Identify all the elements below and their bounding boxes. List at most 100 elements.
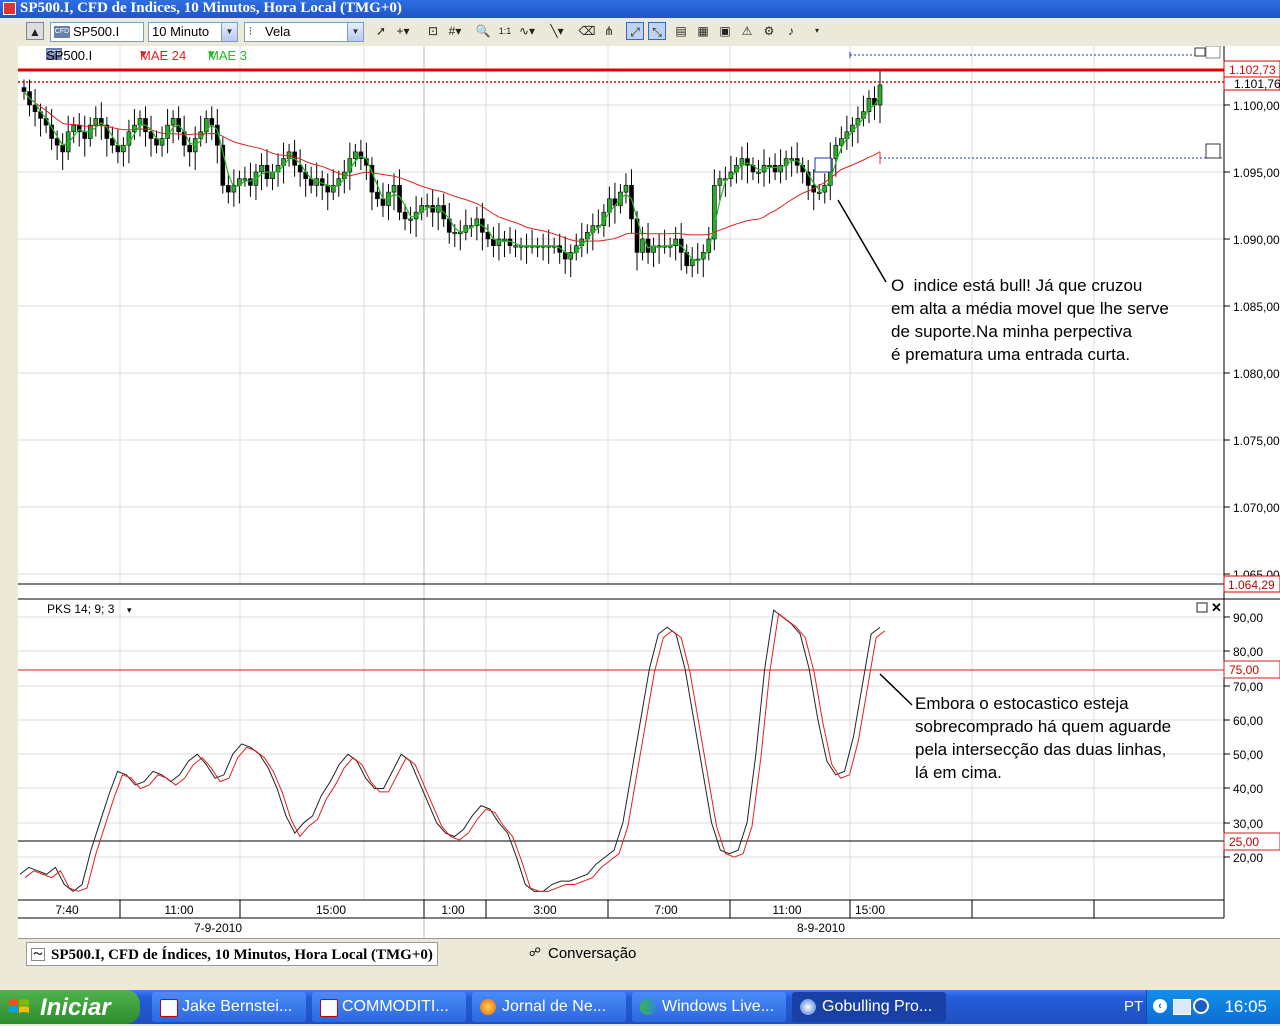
eraser-icon[interactable]: ⌫ (578, 22, 596, 40)
pdf-icon (320, 999, 338, 1017)
properties-icon[interactable]: ⚙ (760, 22, 778, 40)
firefox-icon (480, 999, 496, 1015)
template-icon[interactable]: ▤ (672, 22, 690, 40)
scale-icon[interactable]: 1:1 (496, 22, 514, 40)
candle (568, 252, 574, 260)
low-marker-label: 1.064,29 (1228, 578, 1275, 592)
alert-marker-icon[interactable] (1205, 143, 1221, 159)
grid-icon[interactable]: #▾ (446, 22, 464, 40)
price-axis-label: 1.100,00 (1233, 99, 1280, 113)
cursor-icon[interactable]: ➚ (372, 22, 390, 40)
clock: 16:05 (1224, 997, 1267, 1016)
indicator-axis-label: 70,00 (1233, 680, 1263, 694)
candle (242, 178, 248, 181)
candle (513, 245, 518, 248)
indicator-axis-label: 90,00 (1233, 611, 1263, 625)
task-label: Gobulling Pro... (822, 998, 933, 1015)
language-indicator[interactable]: PT (1124, 998, 1143, 1015)
indicator-axis: 90,00 70,00 60,00 50,00 40,00 30,00 20,00 80,00 (1224, 611, 1263, 865)
candle (259, 165, 264, 173)
date-axis-label: 8-9-2010 (797, 921, 845, 935)
candle (756, 171, 761, 174)
ma3-line (23, 91, 881, 263)
legend-ma3[interactable]: MAE 3 ▾ (208, 46, 247, 63)
alert-marker-icon[interactable] (1205, 46, 1221, 59)
candle (353, 151, 358, 159)
taskbar-item-gobulling[interactable]: Gobulling Pro... (792, 992, 946, 1022)
candle (767, 165, 772, 168)
network-icon[interactable] (1173, 999, 1191, 1015)
chevron-down-icon[interactable]: ▾ (127, 605, 132, 615)
indicator-axis-label: 30,00 (1233, 817, 1263, 831)
collapse-up-icon[interactable]: ▲ (26, 22, 44, 40)
candle (71, 124, 77, 133)
legend-symbol[interactable]: CFDSP500.I ▾ (46, 46, 92, 63)
chevron-down-icon[interactable]: ▼ (221, 23, 237, 41)
wave-icon[interactable]: ∿▾ (518, 22, 536, 40)
order-marker-icon[interactable] (814, 157, 832, 173)
chevron-down-icon[interactable]: ▼ (347, 23, 363, 41)
taskbar-item-messenger[interactable]: Windows Live... (632, 992, 786, 1022)
time-axis-label: 7:40 (55, 903, 79, 917)
legend-ma24-text: MAE 24 (140, 48, 187, 63)
indicator-axis-label: 80,00 (1233, 645, 1263, 659)
bell-icon[interactable]: ♪ (782, 22, 800, 40)
candle (93, 118, 99, 126)
candle (717, 178, 723, 186)
magnet-icon[interactable]: ⋔ (600, 22, 618, 40)
task-label: Jornal de Ne... (502, 998, 607, 1015)
chart-window[interactable]: 1.100,00 1.095,00 1.090,00 1.085,00 1.080,00… (18, 46, 1280, 938)
pdf-icon (160, 999, 178, 1017)
candle (391, 185, 397, 193)
data-window-icon[interactable]: ⊡ (424, 22, 442, 40)
annotation-arrow (837, 199, 887, 283)
legend-symbol-text: SP500.I (46, 48, 93, 63)
chart-tab-bar: 〜 SP500.I, CFD de Índices, 10 Minutos, H… (18, 938, 1280, 969)
candle (380, 198, 386, 206)
candle (209, 118, 215, 126)
price-axis-label: 1.090,00 (1233, 233, 1280, 247)
crosshair-icon[interactable]: +▾ (394, 22, 412, 40)
start-button[interactable]: Iniciar (0, 990, 140, 1024)
interval-select[interactable]: 10 Minuto ▼ (148, 22, 238, 42)
zoom-icon[interactable]: 🔍 (474, 22, 492, 40)
taskbar-item-firefox[interactable]: Jornal de Ne... (472, 992, 626, 1022)
candle (330, 185, 336, 193)
close-indicator-icon[interactable]: ✕ (1211, 600, 1222, 615)
time-axis-label: 15:00 (855, 903, 885, 917)
indicator-axis-label: 50,00 (1233, 748, 1263, 762)
candle (137, 118, 143, 126)
candle (402, 211, 408, 220)
more-icon[interactable]: ▾ (808, 22, 826, 40)
maximize-pane-icon[interactable] (1194, 47, 1206, 57)
candle (187, 144, 192, 153)
messenger-icon (640, 999, 656, 1015)
legend-ma24[interactable]: MAE 24 ▾ (140, 46, 186, 63)
tab-conversation[interactable]: ☍ Conversação (524, 942, 640, 966)
window-title-bar[interactable]: SP500.I, CFD de Indices, 10 Minutos, Hor… (0, 0, 1280, 18)
candle (772, 165, 778, 173)
taskbar-item-pdf2[interactable]: COMMODITI... (312, 992, 466, 1022)
taskbar-item-pdf1[interactable]: Jake Bernstei... (152, 992, 306, 1022)
trendline-icon[interactable]: ╲▾ (548, 22, 566, 40)
maximize-indicator-icon[interactable] (1196, 602, 1208, 613)
snap-icon[interactable]: ⤡ (648, 22, 666, 40)
print-icon[interactable]: ▦ (694, 22, 712, 40)
candle (430, 205, 435, 213)
stochastic-k-line (19, 609, 881, 893)
auto-scroll-icon[interactable]: ⤢ (626, 22, 644, 40)
time-axis-label: 15:00 (316, 903, 346, 917)
chart-canvas[interactable]: 1.100,00 1.095,00 1.090,00 1.085,00 1.080,00… (18, 46, 1280, 938)
security-icon[interactable] (1193, 998, 1209, 1014)
save-icon[interactable]: ▣ (716, 22, 734, 40)
price-axis-label: 1.080,00 (1233, 367, 1280, 381)
alert-icon[interactable]: ⚠ (738, 22, 756, 40)
tab-chart[interactable]: 〜 SP500.I, CFD de Índices, 10 Minutos, H… (26, 942, 438, 966)
chevron-left-icon[interactable]: ‹ (1153, 999, 1167, 1013)
symbol-selector[interactable]: CFD SP500.I (50, 22, 144, 42)
left-dock-strip (0, 19, 19, 937)
indicator-label[interactable]: PKS 14; 9; 3 (47, 602, 115, 616)
candle (816, 191, 822, 194)
upper-level-label: 75,00 (1229, 663, 1259, 677)
chart-type-select[interactable]: ⫶ Vela ▼ (244, 22, 364, 42)
